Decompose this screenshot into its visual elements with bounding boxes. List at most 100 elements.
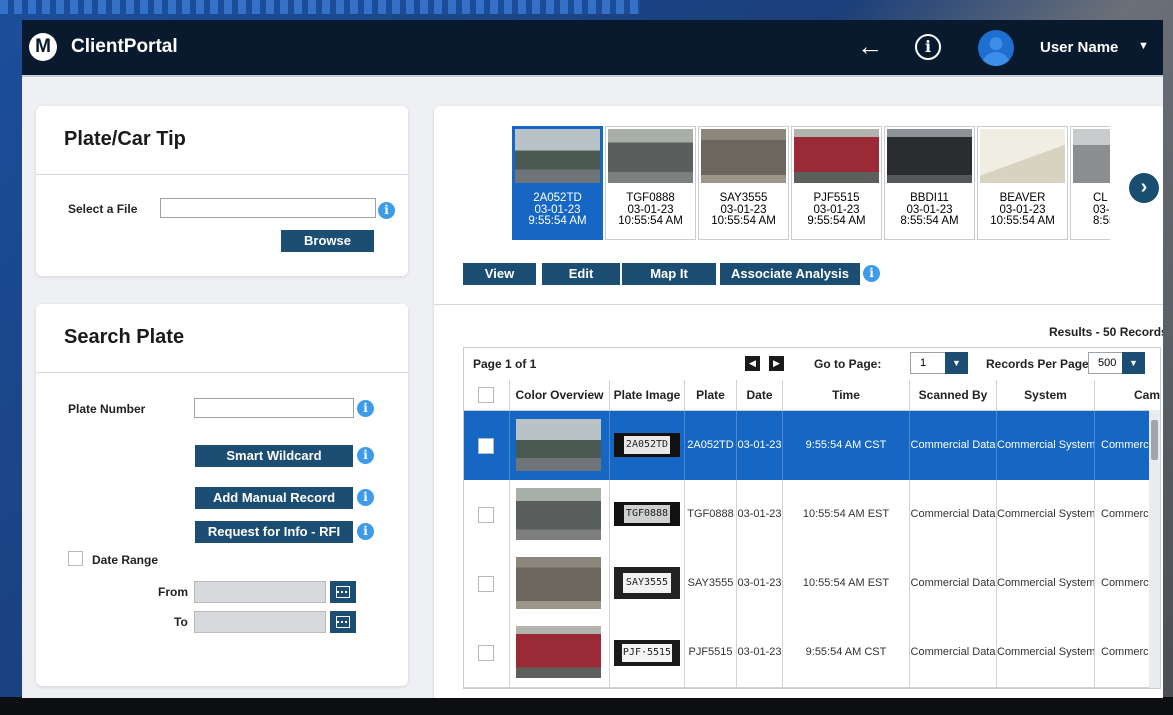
to-date-input[interactable] (194, 611, 326, 633)
view-button[interactable]: View (463, 263, 536, 285)
table-row[interactable]: 2A052TD 2A052TD 03-01-23 9:55:54 AM CST … (464, 411, 1160, 481)
to-label: To (174, 615, 188, 629)
app-title: ClientPortal (71, 36, 178, 57)
next-page-icon[interactable]: ▶ (769, 356, 784, 371)
vehicle-thumbnail-image (1073, 129, 1110, 183)
chevron-down-icon[interactable]: ▼ (1122, 352, 1145, 374)
column-header-color-overview[interactable]: Color Overview (510, 380, 610, 410)
add-manual-record-button[interactable]: Add Manual Record (195, 487, 353, 509)
thumbnail-caption: PJF5515 03-01-23 9:55:54 AM (807, 192, 866, 227)
from-label: From (158, 585, 188, 599)
browse-button[interactable]: Browse (281, 230, 374, 252)
info-icon[interactable]: i (357, 489, 374, 506)
row-checkbox[interactable] (478, 576, 494, 592)
card-divider (434, 304, 1163, 305)
table-row[interactable]: TGF0888 TGF0888 03-01-23 10:55:54 AM EST… (464, 480, 1160, 550)
plate-cell: TGF0888 (685, 480, 737, 549)
row-checkbox[interactable] (478, 645, 494, 661)
plate-cell: SAY3555 (685, 549, 737, 618)
page-info: Page 1 of 1 (473, 357, 537, 371)
associate-analysis-button[interactable]: Associate Analysis (720, 263, 860, 285)
date-range-checkbox[interactable] (68, 551, 83, 566)
go-to-page-label: Go to Page: (814, 357, 882, 371)
color-overview-cell (510, 549, 610, 618)
plate-number-input[interactable] (194, 398, 354, 418)
request-info-rfi-button[interactable]: Request for Info - RFI (195, 521, 353, 543)
plate-image-text: 2A052TD (624, 436, 670, 454)
from-date-input[interactable] (194, 581, 326, 603)
thumbnail-item[interactable]: 2A052TD 03-01-23 9:55:54 AM (512, 126, 603, 240)
column-header-time[interactable]: Time (783, 380, 910, 410)
plate-image: TGF0888 (614, 502, 680, 526)
plate-number-label: Plate Number (68, 402, 146, 416)
row-checkbox[interactable] (478, 438, 494, 454)
thumbnail-item[interactable]: BEAVER 03-01-23 10:55:54 AM (977, 126, 1068, 240)
select-all-checkbox[interactable] (478, 387, 494, 403)
chevron-down-icon[interactable]: ▼ (1138, 40, 1149, 52)
thumbnail-caption: TGF0888 03-01-23 10:55:54 AM (618, 192, 683, 227)
info-icon[interactable]: i (915, 34, 941, 60)
info-icon[interactable]: i (357, 400, 374, 417)
select-file-label: Select a File (68, 202, 138, 216)
plate-cell: PJF5515 (685, 618, 737, 687)
row-checkbox[interactable] (478, 507, 494, 523)
row-select-cell (464, 411, 510, 480)
go-to-page-select[interactable]: 1 ▼ (910, 352, 968, 374)
thumbnail-item[interactable]: PJF5515 03-01-23 9:55:54 AM (791, 126, 882, 240)
time-cell: 9:55:54 AM CST (783, 411, 910, 480)
plate-image: 2A052TD (614, 433, 680, 457)
scanned-by-cell: Commercial Data (910, 549, 997, 618)
previous-page-icon[interactable]: ◀ (745, 356, 760, 371)
grid-header: Color Overview Plate Image Plate Date Ti… (464, 380, 1160, 411)
info-icon[interactable]: i (357, 447, 374, 464)
thumbnail-item[interactable]: TGF0888 03-01-23 10:55:54 AM (605, 126, 696, 240)
user-name[interactable]: User Name (1040, 39, 1118, 56)
info-icon[interactable]: i (863, 265, 880, 282)
motorola-logo-icon: M (29, 33, 57, 61)
plate-image-cell: 2A052TD (610, 411, 685, 480)
table-row[interactable]: PJF·5515 PJF5515 03-01-23 9:55:54 AM CST… (464, 618, 1160, 688)
column-header-plate-image[interactable]: Plate Image (610, 380, 685, 410)
time-cell: 10:55:54 AM EST (783, 480, 910, 549)
info-icon[interactable]: i (378, 202, 395, 219)
map-it-button[interactable]: Map It (622, 263, 716, 285)
scrollbar-thumb[interactable] (1151, 420, 1158, 460)
time-cell: 9:55:54 AM CST (783, 618, 910, 687)
vehicle-color-image (516, 419, 601, 471)
user-avatar[interactable] (978, 30, 1014, 66)
column-header-camera[interactable]: Cam (1095, 380, 1160, 410)
app-header: M ClientPortal ← i User Name ▼ (22, 20, 1163, 77)
edit-button[interactable]: Edit (542, 263, 620, 285)
chevron-down-icon[interactable]: ▼ (945, 352, 968, 374)
next-thumbnails-button[interactable]: › (1129, 173, 1159, 203)
table-row[interactable]: SAY3555 SAY3555 03-01-23 10:55:54 AM EST… (464, 549, 1160, 619)
back-arrow-icon[interactable]: ← (857, 33, 883, 59)
plate-image-text: TGF0888 (624, 505, 670, 523)
info-icon[interactable]: i (357, 523, 374, 540)
column-header-date[interactable]: Date (737, 380, 783, 410)
scanned-by-cell: Commercial Data (910, 618, 997, 687)
calendar-icon[interactable] (330, 581, 356, 603)
system-cell: Commercial System (997, 549, 1095, 618)
column-header-system[interactable]: System (997, 380, 1095, 410)
column-header-scanned-by[interactable]: Scanned By (910, 380, 997, 410)
thumbnail-item[interactable]: BBDI11 03-01-23 8:55:54 AM (884, 126, 975, 240)
thumbnail-item[interactable]: SAY3555 03-01-23 10:55:54 AM (698, 126, 789, 240)
color-overview-cell (510, 480, 610, 549)
scanned-by-cell: Commercial Data (910, 480, 997, 549)
date-cell: 03-01-23 (737, 618, 783, 687)
records-per-page-select[interactable]: 500 ▼ (1088, 352, 1145, 374)
results-card: 2A052TD 03-01-23 9:55:54 AM TGF0888 03-01-2… (434, 106, 1163, 698)
search-plate-title: Search Plate (64, 326, 185, 348)
plate-image-text: SAY3555 (623, 573, 671, 593)
search-plate-card: Search Plate Plate Number i Smart Wildca… (36, 304, 408, 686)
file-path-input[interactable] (160, 198, 376, 218)
date-cell: 03-01-23 (737, 411, 783, 480)
thumbnail-caption: BBDI11 03-01-23 8:55:54 AM (900, 192, 959, 227)
calendar-icon[interactable] (330, 611, 356, 633)
column-header-plate[interactable]: Plate (685, 380, 737, 410)
grid-scrollbar[interactable] (1149, 410, 1160, 688)
row-select-cell (464, 480, 510, 549)
smart-wildcard-button[interactable]: Smart Wildcard (195, 445, 353, 467)
thumbnail-item[interactable]: CL03-8:55 (1070, 126, 1110, 240)
